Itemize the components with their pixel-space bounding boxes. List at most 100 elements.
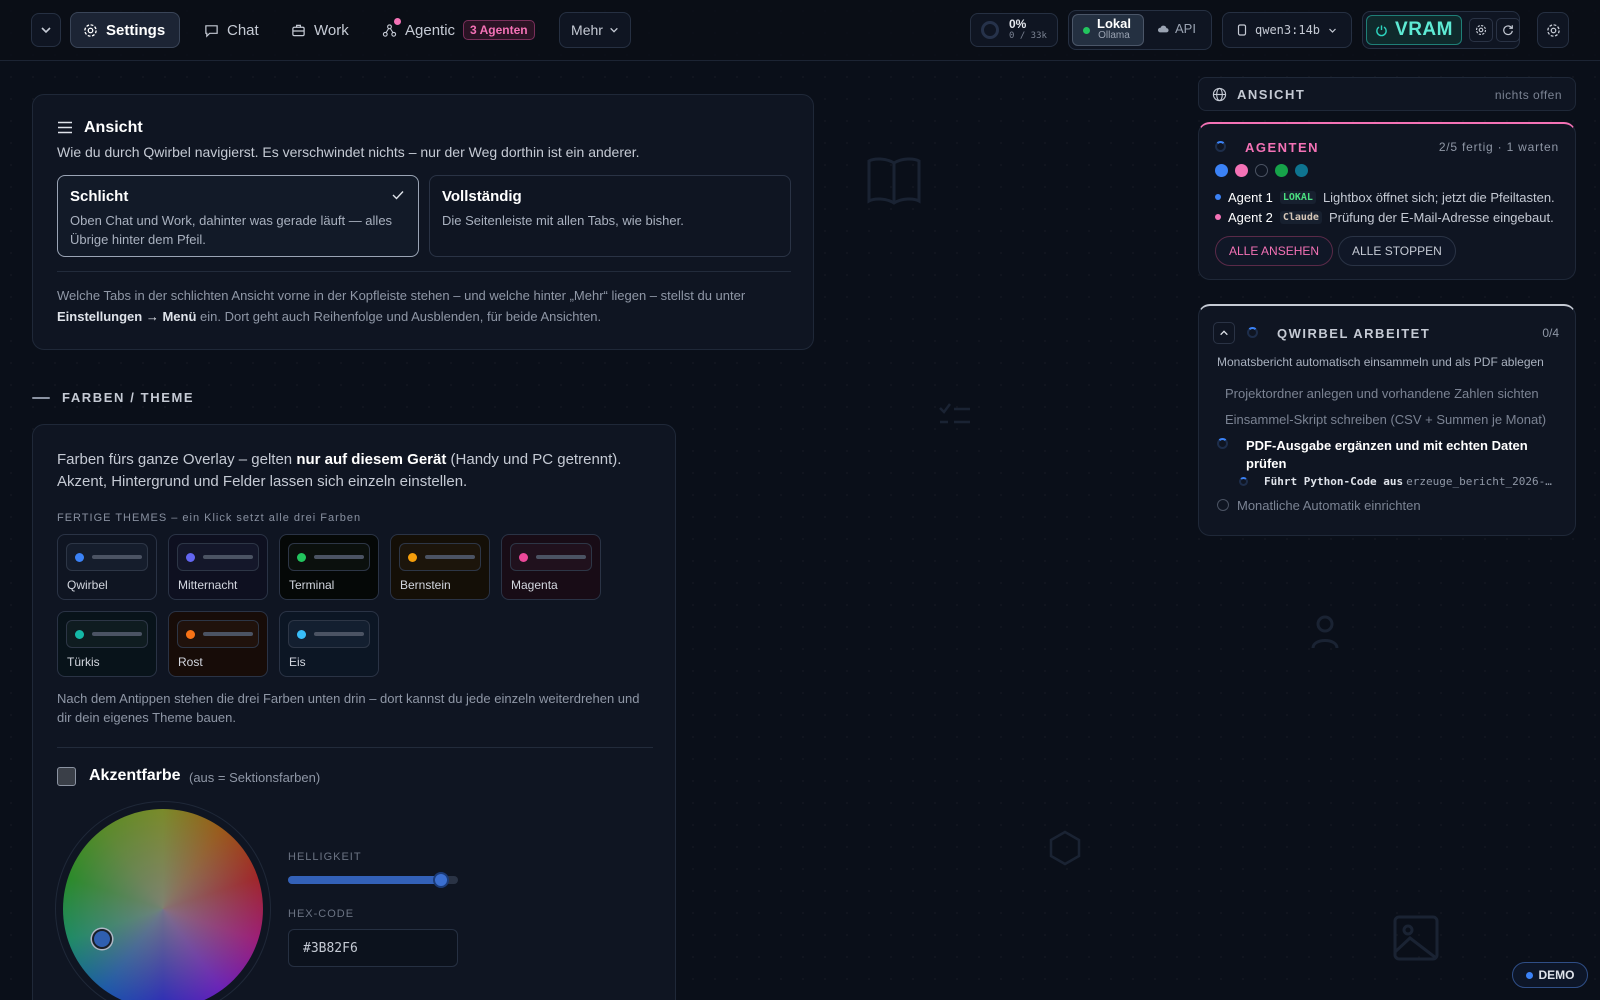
brightness-slider[interactable] [288,872,458,888]
section-heading-line [32,397,50,399]
chat-icon [205,24,218,38]
check-icon [392,191,404,200]
theme-preview-bar [92,632,142,636]
divider [57,747,653,748]
chevron-down-icon [1329,28,1336,33]
model-name: qwen3:14b [1255,23,1321,37]
work-spinner-icon [1247,327,1258,338]
view-option-vollstaendig[interactable]: Vollständig Die Seitenleiste mit allen T… [429,175,791,257]
theme-preview [510,543,592,571]
agent-name: Agent 2 [1228,209,1273,225]
more-menu-button[interactable]: Mehr [559,12,631,48]
accent-hint: (aus = Sektionsfarben) [189,770,321,785]
accent-checkbox[interactable] [57,767,76,786]
globe-icon [1212,87,1227,102]
ansicht-status-bar[interactable]: ANSICHT nichts offen [1198,77,1576,111]
background-hexagon-icon [1049,830,1081,866]
tab-agentic[interactable]: Agentic 3 Agenten [370,12,547,48]
chevron-up-icon [1220,330,1228,336]
theme-preset-name: Terminal [289,578,335,592]
vram-group: VRAM [1362,11,1520,49]
substep-label: Führt Python-Code aus [1264,475,1404,488]
tab-settings[interactable]: Settings [70,12,180,48]
work-step-done: Projektordner anlegen und vorhandene Zah… [1225,386,1539,401]
sub-step-spinner-icon [1239,477,1248,486]
brightness-slider-thumb[interactable] [433,872,449,888]
tab-agentic-label: Agentic [405,21,456,39]
theme-preset-tile[interactable]: Rost [168,611,268,677]
context-usage: 0% 0 / 33k [970,13,1058,47]
gear-icon [1475,24,1487,36]
theme-preset-tile[interactable]: Qwirbel [57,534,157,600]
theme-accent-dot [186,629,195,639]
color-wheel[interactable] [63,809,263,1000]
tab-chat[interactable]: Chat [192,12,271,48]
background-image-icon [1393,915,1439,961]
theme-preset-tile[interactable]: Mitternacht [168,534,268,600]
vram-button[interactable]: VRAM [1366,15,1462,45]
color-wheel-handle[interactable] [92,929,112,949]
vram-settings-button[interactable] [1469,18,1493,42]
ansicht-subtitle: Wie du durch Qwirbel navigierst. Es vers… [57,144,640,160]
vram-reload-button[interactable] [1496,18,1520,42]
tab-work[interactable]: Work [279,12,361,48]
current-step-spinner-icon [1217,438,1228,449]
theme-preset-tile[interactable]: Eis [279,611,379,677]
theme-preset-name: Qwirbel [67,578,108,592]
global-settings-button[interactable] [1537,12,1569,48]
collapse-menu-button[interactable] [31,13,61,47]
mode-api-button[interactable]: API [1157,21,1196,36]
theme-preview [66,620,148,648]
agents-title: AGENTEN [1245,140,1320,155]
view-all-agents-button[interactable]: ALLE ANSEHEN [1215,236,1334,266]
mode-local-button[interactable]: Lokal Ollama [1072,14,1144,46]
theme-preview-bar [203,632,253,636]
context-ring-icon [981,21,999,39]
ansicht-note-link[interactable]: Einstellungen → Menü [57,309,196,324]
view-option-schlicht[interactable]: Schlicht Oben Chat und Work, dahinter wa… [57,175,419,257]
theme-preset-name: Bernstein [400,578,451,592]
stop-all-agents-button[interactable]: ALLE STOPPEN [1338,236,1456,266]
divider [57,271,791,272]
theme-intro-text: Farben fürs ganze Overlay – gelten [57,451,293,468]
gear-icon [84,23,97,37]
chevron-down-icon [610,27,618,33]
section-heading-theme: FARBEN / THEME [62,390,195,405]
hex-label: HEX-CODE [288,908,355,920]
view-option-title: Schlicht [70,188,129,205]
agent-message: Lightbox öffnet sich; jetzt die Pfeiltas… [1322,189,1555,205]
demo-badge: DEMO [1512,962,1588,988]
theme-preset-tile[interactable]: Bernstein [390,534,490,600]
tab-settings-label: Settings [106,21,166,39]
theme-preset-name: Rost [178,655,203,669]
theme-preset-tile[interactable]: Magenta [501,534,601,600]
theme-preview [399,543,481,571]
model-select[interactable]: qwen3:14b [1222,12,1352,48]
agent-row[interactable]: Agent 1 LOKAL Lightbox öffnet sich; jetzt … [1215,187,1565,207]
agent-status-dot[interactable] [1295,164,1308,177]
theme-accent-dot [408,552,417,562]
agents-activity-dot [394,17,401,25]
agent-row[interactable]: Agent 2 Claude Prüfung der E-Mail-Adresse … [1215,207,1565,227]
refresh-icon [1503,25,1513,36]
hex-input[interactable]: #3B82F6 [288,929,458,967]
theme-preview-bar [314,555,364,559]
theme-preview-bar [536,555,586,559]
work-card: QWIRBEL ARBEITET 0/4 Monatsbericht autom… [1198,304,1576,536]
work-collapse-button[interactable] [1213,322,1235,344]
theme-preset-tile[interactable]: Türkis [57,611,157,677]
work-substep: Führt Python-Code aus erzeuge_bericht_20… [1264,475,1564,488]
work-count: 0/4 [1542,326,1559,340]
agent-status-dot[interactable] [1275,164,1288,177]
agent-status-dot[interactable] [1215,164,1228,177]
agent-status-dot[interactable] [1235,164,1248,177]
agents-status: 2/5 fertig · 1 warten [1438,140,1559,154]
theme-accent-dot [186,552,195,562]
ansicht-note: Welche Tabs in der schlichten Ansicht vo… [57,285,787,327]
agent-status-dot[interactable] [1255,164,1268,177]
agent-message: Prüfung der E-Mail-Adresse eingebaut. [1328,209,1554,225]
view-option-desc: Oben Chat und Work, dahinter was gerade … [70,213,393,247]
theme-preset-tile[interactable]: Terminal [279,534,379,600]
agent-list: Agent 1 LOKAL Lightbox öffnet sich; jetzt … [1215,187,1565,227]
ansicht-note-text: Welche Tabs in der schlichten Ansicht vo… [57,288,746,303]
